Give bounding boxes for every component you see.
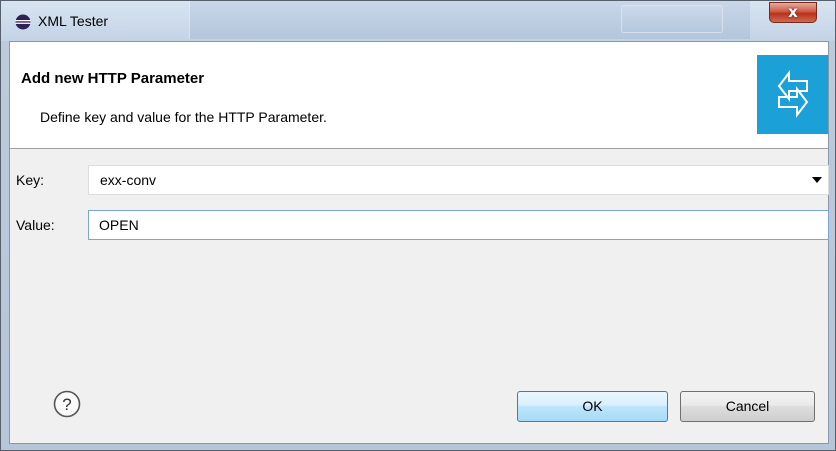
window-title: XML Tester — [38, 13, 109, 29]
wizard-arrows-icon — [777, 70, 809, 118]
wizard-header: Add new HTTP Parameter Define key and va… — [10, 42, 828, 149]
ok-button[interactable]: OK — [517, 391, 668, 422]
dialog-content: Add new HTTP Parameter Define key and va… — [9, 41, 829, 444]
titlebar-background-button — [621, 5, 723, 33]
key-label: Key: — [16, 172, 45, 188]
key-combobox[interactable]: exx-conv — [88, 165, 829, 195]
svg-text:?: ? — [62, 395, 71, 414]
key-value: exx-conv — [100, 172, 157, 188]
page-title: Add new HTTP Parameter — [21, 70, 205, 87]
chevron-down-icon[interactable] — [812, 177, 822, 183]
close-button[interactable]: x — [769, 2, 817, 23]
eclipse-icon — [15, 14, 31, 30]
page-description: Define key and value for the HTTP Parame… — [40, 109, 327, 125]
dialog-window: XML Tester x Add new HTTP Parameter Defi… — [0, 0, 836, 451]
close-icon: x — [788, 3, 798, 21]
help-icon[interactable]: ? — [53, 390, 81, 418]
title-bar[interactable]: XML Tester x — [1, 1, 835, 41]
value-label: Value: — [16, 217, 55, 233]
wizard-banner — [757, 55, 828, 134]
cancel-button[interactable]: Cancel — [680, 391, 815, 422]
value-input[interactable] — [88, 210, 829, 240]
